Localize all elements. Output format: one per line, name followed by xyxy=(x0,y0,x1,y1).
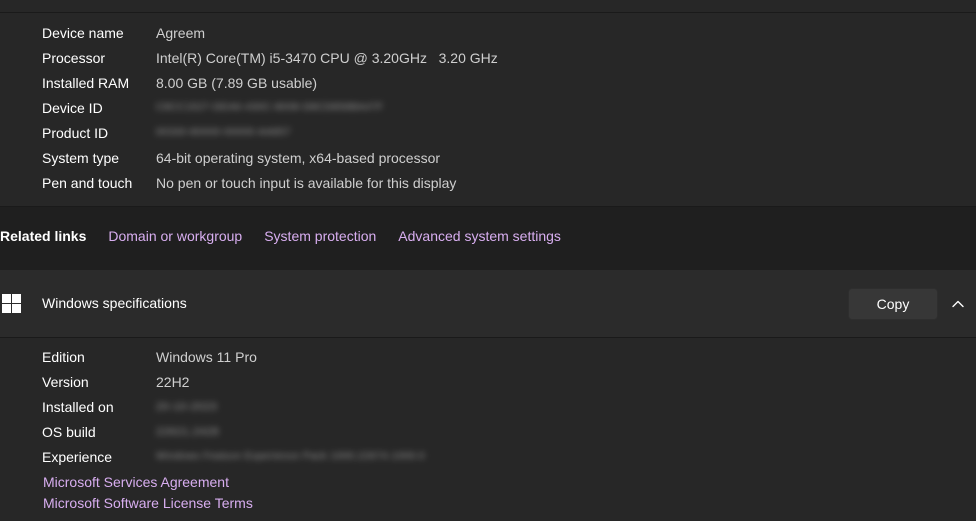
spec-value: 64-bit operating system, x64-based proce… xyxy=(156,149,441,166)
spec-row-device-name: Device name Agreem xyxy=(42,20,942,45)
spec-row-installed-on: Installed on 20-10-2023 xyxy=(42,394,942,419)
spec-key: Edition xyxy=(42,348,85,365)
spec-row-system-type: System type 64-bit operating system, x64… xyxy=(42,145,942,170)
spec-key: Installed on xyxy=(42,398,114,415)
spec-value-redacted: Windows Feature Experience Pack 1000.226… xyxy=(156,451,426,462)
spec-value-redacted: 20-10-2023 xyxy=(156,400,218,413)
spec-row-installed-ram: Installed RAM 8.00 GB (7.89 GB usable) xyxy=(42,70,942,95)
chevron-up-icon[interactable] xyxy=(950,296,966,312)
spec-row-experience: Experience Windows Feature Experience Pa… xyxy=(42,444,942,469)
settings-about-page: Device name Agreem Processor Intel(R) Co… xyxy=(0,0,976,521)
spec-key: Installed RAM xyxy=(42,74,130,91)
panel-divider xyxy=(0,12,976,13)
spec-key: Version xyxy=(42,373,89,390)
spec-value-redacted: C8CC1527-DEA6-430C-8008-D8CD858BA47F xyxy=(156,102,384,113)
spec-value: Agreem xyxy=(156,24,206,41)
windows-specifications-title: Windows specifications xyxy=(42,295,187,311)
windows-specifications-body: Edition Windows 11 Pro Version 22H2 Inst… xyxy=(0,338,976,521)
spec-value: Intel(R) Core(TM) i5-3470 CPU @ 3.20GHz … xyxy=(156,49,498,66)
spec-value: 8.00 GB (7.89 GB usable) xyxy=(156,74,318,91)
spec-key: Device ID xyxy=(42,99,103,116)
spec-value-redacted: 00330-80000-00000-AA857 xyxy=(156,127,291,138)
spec-key: OS build xyxy=(42,423,96,440)
spec-key: Pen and touch xyxy=(42,174,133,191)
device-specifications-panel: Device name Agreem Processor Intel(R) Co… xyxy=(0,0,976,207)
system-protection-link[interactable]: System protection xyxy=(264,228,376,244)
spec-value: Windows 11 Pro xyxy=(156,348,257,365)
spec-key: System type xyxy=(42,149,120,166)
spec-value: No pen or touch input is available for t… xyxy=(156,174,457,191)
spec-key: Device name xyxy=(42,24,124,41)
spec-key: Experience xyxy=(42,448,113,465)
domain-or-workgroup-link[interactable]: Domain or workgroup xyxy=(108,228,242,244)
windows-specifications-header[interactable]: Windows specifications Copy xyxy=(0,270,976,338)
related-links-bar: Related links Domain or workgroup System… xyxy=(0,207,976,264)
advanced-system-settings-link[interactable]: Advanced system settings xyxy=(398,228,561,244)
spec-row-product-id: Product ID 00330-80000-00000-AA857 xyxy=(42,120,942,145)
spec-key: Product ID xyxy=(42,124,109,141)
spec-row-os-build: OS build 22621.2428 xyxy=(42,419,942,444)
windows-logo-icon xyxy=(2,294,21,313)
spec-row-edition: Edition Windows 11 Pro xyxy=(42,344,942,369)
related-links-label: Related links xyxy=(0,227,87,244)
spec-row-pen-and-touch: Pen and touch No pen or touch input is a… xyxy=(42,170,942,195)
spec-row-version: Version 22H2 xyxy=(42,369,942,394)
spec-row-processor: Processor Intel(R) Core(TM) i5-3470 CPU … xyxy=(42,45,942,70)
spec-value-redacted: 22621.2428 xyxy=(156,425,220,438)
spec-key: Processor xyxy=(42,49,106,66)
copy-button[interactable]: Copy xyxy=(848,288,938,320)
spec-row-device-id: Device ID C8CC1527-DEA6-430C-8008-D8CD85… xyxy=(42,95,942,120)
microsoft-software-license-terms-link[interactable]: Microsoft Software License Terms xyxy=(43,495,253,511)
microsoft-services-agreement-link[interactable]: Microsoft Services Agreement xyxy=(43,474,229,490)
spec-value: 22H2 xyxy=(156,373,190,390)
